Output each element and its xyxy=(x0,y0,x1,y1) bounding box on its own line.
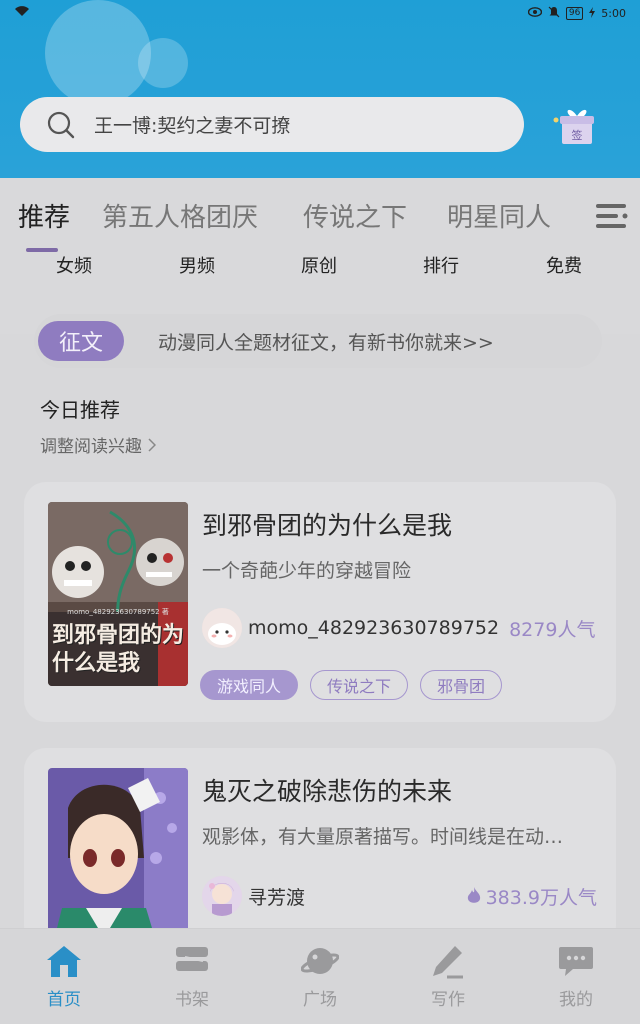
subtab-male[interactable]: 男频 xyxy=(179,252,215,278)
battery-indicator: 96 xyxy=(565,7,584,20)
nav-plaza-label: 广场 xyxy=(303,990,337,1010)
chat-bubble-icon xyxy=(559,947,593,976)
author-avatar[interactable] xyxy=(202,608,242,648)
subtab-original[interactable]: 原创 xyxy=(301,252,337,278)
subtab-female[interactable]: 女频 xyxy=(56,252,92,278)
nav-bookshelf-label: 书架 xyxy=(175,990,209,1010)
tab-undertale[interactable]: 传说之下 xyxy=(303,197,407,234)
author-row: momo_482923630789752 8279人气 xyxy=(202,608,597,648)
search-placeholder: 王一博:契约之妻不可撩 xyxy=(94,115,291,137)
tab-menu-icon[interactable] xyxy=(594,201,628,231)
subtab-free[interactable]: 免费 xyxy=(546,252,582,278)
cover-author: momo_482923630789752 著 xyxy=(67,607,169,616)
book-title: 到邪骨团的为什么是我 xyxy=(202,511,453,540)
sign-label: 签 xyxy=(572,128,583,142)
mute-bell-icon xyxy=(548,6,560,21)
tag-item[interactable]: 游戏同人 xyxy=(200,670,299,700)
adjust-interest-link[interactable]: 调整阅读兴趣 xyxy=(40,432,156,457)
sub-tabs: 女频 男频 原创 排行 免费 xyxy=(0,252,640,278)
decor-bubble xyxy=(138,38,188,88)
bottom-nav: 首页 书架 广场 写作 我的 xyxy=(0,928,640,1024)
header-banner: 96 5:00 王一博:契约之妻不可撩 签 xyxy=(0,0,640,178)
flame-icon xyxy=(467,887,480,903)
book-title: 鬼灭之破除悲伤的未来 xyxy=(202,777,453,806)
nav-mine-label: 我的 xyxy=(559,990,593,1010)
subtab-ranking[interactable]: 排行 xyxy=(423,252,459,278)
author-name[interactable]: 寻芳渡 xyxy=(248,883,305,910)
charging-icon xyxy=(589,6,596,21)
tab-identity5[interactable]: 第五人格团厌 xyxy=(102,197,258,234)
top-tabs: 推荐 第五人格团厌 传说之下 明星同人 xyxy=(0,195,600,235)
bookshelf-icon xyxy=(176,947,208,971)
tab-recommend[interactable]: 推荐 xyxy=(18,197,70,234)
book-card[interactable]: 鬼灭之破除悲伤的未来 观影体，有大量原著描写。时间线是在动… 寻芳渡 383.9… xyxy=(24,748,616,948)
popularity-count: 8279人气 xyxy=(509,618,596,641)
status-time: 5:00 xyxy=(601,7,626,20)
sign-in-gift-icon[interactable]: 签 xyxy=(552,104,596,146)
eye-icon xyxy=(527,7,543,20)
wifi-icon xyxy=(14,5,30,20)
search-bar[interactable]: 王一博:契约之妻不可撩 xyxy=(20,97,524,152)
home-icon xyxy=(47,946,81,977)
contest-badge: 征文 xyxy=(38,321,124,361)
book-description: 观影体，有大量原著描写。时间线是在动… xyxy=(202,826,564,848)
author-row: 寻芳渡 383.9万人气 xyxy=(202,876,597,916)
nav-write[interactable]: 写作 xyxy=(408,943,488,1010)
pen-icon xyxy=(433,946,463,979)
popularity-value: 383.9万人气 xyxy=(485,886,597,909)
nav-bookshelf[interactable]: 书架 xyxy=(152,943,232,1010)
planet-icon xyxy=(301,948,339,974)
tag-item[interactable]: 传说之下 xyxy=(310,670,409,700)
adjust-interest-label: 调整阅读兴趣 xyxy=(40,437,142,457)
tag-list: 游戏同人 传说之下 邪骨团 xyxy=(200,670,503,700)
book-cover xyxy=(48,768,188,948)
author-avatar[interactable] xyxy=(202,876,242,916)
cover-title: 到邪骨团的为什么是我 xyxy=(52,623,185,676)
book-cover: momo_482923630789752 著 到邪骨团的为什么是我 xyxy=(48,502,188,686)
search-icon xyxy=(47,111,75,138)
book-card[interactable]: momo_482923630789752 著 到邪骨团的为什么是我 到邪骨团的为… xyxy=(24,482,616,722)
book-description: 一个奇葩少年的穿越冒险 xyxy=(202,560,412,582)
status-bar: 96 5:00 xyxy=(0,0,640,28)
popularity-count: 383.9万人气 xyxy=(466,883,597,910)
nav-home-label: 首页 xyxy=(47,990,81,1010)
today-recommend-title: 今日推荐 xyxy=(40,398,120,422)
nav-write-label: 写作 xyxy=(431,990,465,1010)
nav-home[interactable]: 首页 xyxy=(24,943,104,1010)
author-name[interactable]: momo_482923630789752 xyxy=(248,617,499,639)
chevron-right-icon xyxy=(148,437,156,452)
tab-celebrity[interactable]: 明星同人 xyxy=(447,197,551,234)
tag-item[interactable]: 邪骨团 xyxy=(420,670,503,700)
nav-mine[interactable]: 我的 xyxy=(536,943,616,1010)
nav-plaza[interactable]: 广场 xyxy=(280,943,360,1010)
contest-notice[interactable]: 征文 动漫同人全题材征文，有新书你就来>> xyxy=(34,314,602,368)
contest-text: 动漫同人全题材征文，有新书你就来>> xyxy=(158,331,494,354)
